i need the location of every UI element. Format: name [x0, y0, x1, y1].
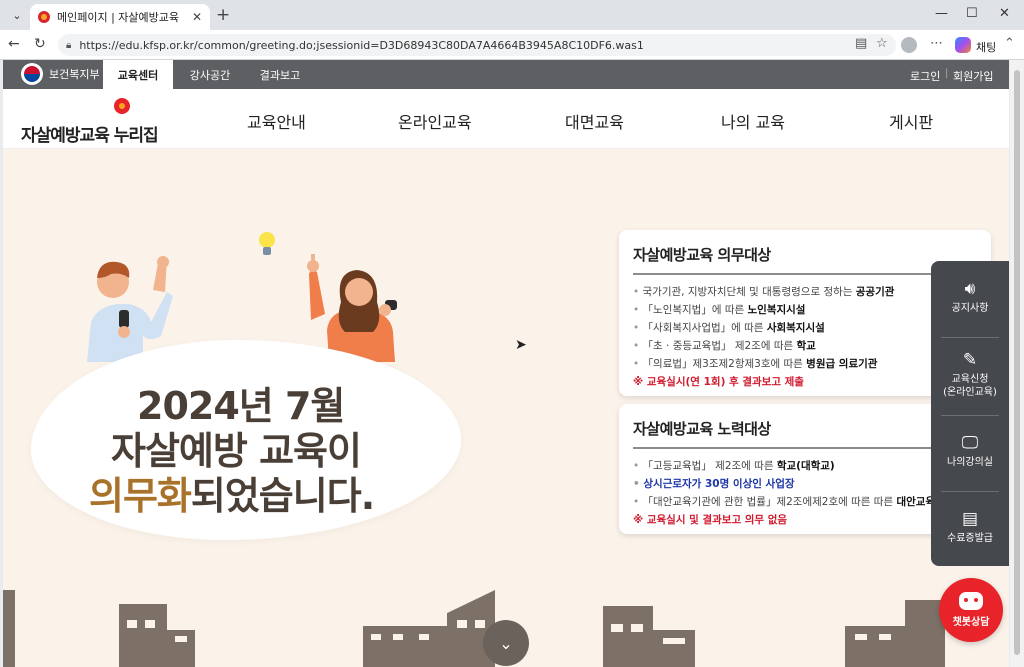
list-item: 국가기관, 지방자치단체 및 대통령령으로 정하는 공공기관	[633, 283, 977, 301]
robot-icon	[959, 592, 983, 610]
more-menu-icon[interactable]: ⋯	[930, 36, 943, 51]
back-button[interactable]: ←	[8, 36, 20, 52]
copilot-label[interactable]: 채팅	[976, 39, 996, 55]
card-title: 자살예방교육 노력대상	[633, 418, 977, 449]
new-tab-button[interactable]: +	[216, 5, 230, 25]
tab-actions-button[interactable]: ⌄	[6, 5, 28, 25]
tab-close-icon[interactable]: ✕	[192, 10, 202, 24]
quick-my-classroom[interactable]: 🖵 나의강의실	[931, 415, 1009, 491]
hero-line-3-rest: 되었습니다.	[190, 474, 375, 518]
tab-instructor-space[interactable]: 강사공간	[177, 60, 243, 89]
hero-accent-text: 의무화	[89, 474, 192, 518]
url-field[interactable]: 🔒︎ https://edu.kfsp.or.kr/common/greetin…	[58, 34, 896, 56]
quick-menu-label: 공지사항	[951, 303, 989, 314]
card-title: 자살예방교육 의무대상	[633, 244, 977, 275]
url-text: https://edu.kfsp.or.kr/common/greeting.d…	[79, 38, 644, 52]
quick-menu: 🔊︎ 공지사항 ✎ 교육신청 (온라인교육) 🖵 나의강의실 ▤ 수료증발급	[931, 261, 1009, 566]
site-info-icon[interactable]: 🔒︎	[66, 40, 71, 51]
speaker-icon: 🔊︎	[964, 279, 976, 299]
nav-offline-education[interactable]: 대면교육	[565, 109, 624, 133]
quick-menu-label: 나의강의실	[947, 457, 993, 468]
taegeuk-emblem-icon	[21, 63, 43, 85]
tab-title: 메인페이지 | 자살예방교육	[57, 11, 180, 24]
site-logo[interactable]: 자살예방교육 누리집	[21, 121, 159, 146]
quick-notice[interactable]: 🔊︎ 공지사항	[931, 261, 1009, 337]
favorite-star-icon[interactable]: ☆	[876, 36, 888, 51]
list-item: 「의료법」제3조제2항제3호에 따른 병원급 의료기관	[633, 355, 977, 373]
signup-link[interactable]: 회원가입	[953, 68, 993, 84]
refresh-button[interactable]: ↻	[34, 36, 46, 52]
monitor-icon: 🖵	[961, 433, 979, 453]
site-header: 자살예방교육 누리집 교육안내 온라인교육 대면교육 나의 교육 게시판	[3, 89, 1009, 149]
site-favicon-icon	[38, 11, 50, 23]
nav-education-info[interactable]: 교육안내	[247, 109, 306, 133]
card-note: ※ 교육실시 및 결과보고 의무 없음	[633, 514, 788, 526]
address-bar: ← ↻ 🔒︎ https://edu.kfsp.or.kr/common/gre…	[0, 30, 1024, 60]
login-link[interactable]: 로그인	[910, 68, 940, 84]
chatbot-label: 챗봇상담	[952, 617, 990, 628]
maximize-button[interactable]: ☐	[966, 6, 978, 21]
list-item: 「사회복지사업법」에 따른 사회복지시설	[633, 319, 977, 337]
lightbulb-icon	[257, 232, 277, 256]
quick-apply-online[interactable]: ✎ 교육신청 (온라인교육)	[931, 337, 1009, 415]
sidebar-expand-icon[interactable]: ⌃	[1004, 36, 1015, 51]
nav-online-education[interactable]: 온라인교육	[398, 109, 472, 133]
chatbot-button[interactable]: 챗봇상담	[939, 578, 1003, 642]
profile-avatar[interactable]	[901, 37, 917, 53]
scroll-down-button[interactable]: ⌄	[483, 620, 529, 666]
page-scrollbar[interactable]	[1010, 60, 1024, 667]
edit-icon: ✎	[962, 349, 978, 370]
tab-result-report[interactable]: 결과보고	[247, 60, 313, 89]
copilot-icon[interactable]	[955, 37, 971, 53]
ministry-name: 보건복지부	[49, 68, 100, 81]
quick-menu-label: 수료증발급	[947, 533, 993, 544]
reader-view-icon[interactable]: ▤	[855, 36, 867, 51]
certificate-icon: ▤	[961, 509, 979, 529]
card-note: ※ 교육실시(연 1회) 후 결과보고 제출	[633, 376, 804, 388]
list-item: 「노인복지법」에 따른 노인복지시설	[633, 301, 977, 319]
logo-mark-icon	[114, 98, 130, 114]
ministry-logo[interactable]: 보건복지부	[21, 63, 100, 85]
list-item: 「초 · 중등교육법」 제2조에 따른 학교	[633, 337, 977, 355]
close-window-button[interactable]: ✕	[999, 6, 1010, 21]
browser-tabstrip: ⌄ 메인페이지 | 자살예방교육 ✕ + — ☐ ✕	[0, 0, 1024, 30]
list-item: 「대안교육기관에 관한 법률」제2조에제2호에 따른 따른 대안교육	[633, 493, 977, 511]
link-separator: |	[945, 68, 949, 79]
minimize-button[interactable]: —	[935, 6, 948, 21]
quick-menu-label: 교육신청 (온라인교육)	[943, 373, 997, 398]
site-page: 보건복지부 교육센터 강사공간 결과보고 로그인 | 회원가입 자살예방교육 누…	[3, 60, 1009, 667]
scrollbar-thumb[interactable]	[1014, 70, 1020, 655]
quick-certificate[interactable]: ▤ 수료증발급	[931, 491, 1009, 567]
utility-bar: 보건복지부 교육센터 강사공간 결과보고 로그인 | 회원가입	[3, 60, 1009, 89]
browser-tab[interactable]: 메인페이지 | 자살예방교육 ✕	[30, 4, 210, 30]
mouse-cursor-icon: ➤	[515, 337, 527, 353]
list-item: 상시근로자가 30명 이상인 사업장	[633, 475, 977, 493]
tab-education-center[interactable]: 교육센터	[103, 60, 173, 89]
nav-board[interactable]: 게시판	[889, 109, 933, 133]
hero-line-3: 의무화되었습니다.	[89, 465, 375, 520]
list-item: 「고등교육법」 제2조에 따른 학교(대학교)	[633, 457, 977, 475]
nav-my-education[interactable]: 나의 교육	[721, 109, 785, 133]
